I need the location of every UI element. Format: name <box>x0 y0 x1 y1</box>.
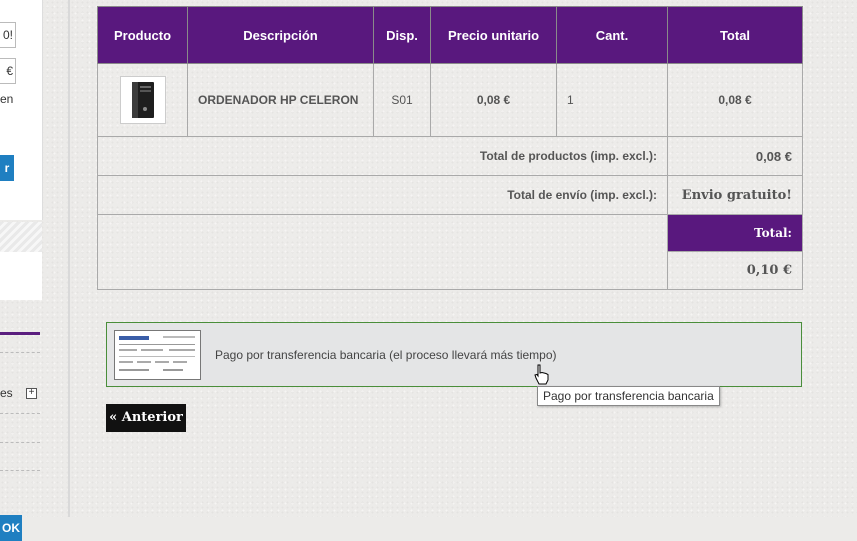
products-total-label: Total de productos (imp. excl.): <box>97 136 668 176</box>
cart-summary-table: Producto Descripción Disp. Precio unitar… <box>97 6 803 290</box>
bank-transfer-icon <box>114 330 201 380</box>
products-total-row: Total de productos (imp. excl.): 0,08 € <box>97 136 803 176</box>
sidebar-stripes <box>0 222 42 252</box>
sidebar-input-2[interactable]: € <box>0 58 16 84</box>
payment-option-bank-transfer[interactable]: Pago por transferencia bancaria (el proc… <box>106 322 802 387</box>
col-header-total: Total <box>667 6 803 64</box>
expand-plus-icon[interactable]: + <box>26 388 37 399</box>
product-image-cell <box>97 63 188 137</box>
col-header-availability: Disp. <box>373 6 431 64</box>
col-header-product: Producto <box>97 6 188 64</box>
empty-cell <box>97 214 668 290</box>
product-thumbnail[interactable] <box>119 76 166 124</box>
products-total-value: 0,08 € <box>667 136 803 176</box>
col-header-quantity: Cant. <box>556 6 668 64</box>
payment-option-label[interactable]: Pago por transferencia bancaria (el proc… <box>215 348 557 362</box>
divider <box>0 352 40 353</box>
shipping-total-value: Envio gratuito! <box>667 175 803 215</box>
tooltip: Pago por transferencia bancaria <box>537 386 720 406</box>
product-availability: S01 <box>373 63 431 137</box>
bank-cheque-icon <box>119 336 195 371</box>
divider <box>0 470 40 471</box>
column-divider <box>68 0 70 517</box>
product-description[interactable]: ORDENADOR HP CELERON <box>187 63 374 137</box>
product-quantity: 1 <box>556 63 668 137</box>
newsletter-block: OK <box>0 252 42 541</box>
sidebar-button[interactable]: r <box>0 155 14 181</box>
sidebar-text: en <box>0 92 14 106</box>
grand-total-label: Total: <box>667 214 803 252</box>
divider <box>0 442 40 443</box>
product-total: 0,08 € <box>667 63 803 137</box>
previous-button[interactable]: « Anterior <box>106 404 186 432</box>
left-sidebar: 0! € en r OK es + <box>0 0 44 541</box>
col-header-description: Descripción <box>187 6 374 64</box>
sidebar-input-1[interactable]: 0! <box>0 22 16 48</box>
ok-button[interactable]: OK <box>0 515 22 541</box>
sidebar-divider <box>0 332 40 335</box>
shipping-total-label: Total de envío (imp. excl.): <box>97 175 668 215</box>
product-unit-price: 0,08 € <box>430 63 557 137</box>
desktop-computer-icon <box>131 82 154 118</box>
shipping-total-row: Total de envío (imp. excl.): Envio gratu… <box>97 175 803 215</box>
sidebar-block: 0! € en r <box>0 0 43 220</box>
table-header-row: Producto Descripción Disp. Precio unitar… <box>97 6 803 64</box>
grand-total-head-row: Total: <box>97 214 803 290</box>
sidebar-category[interactable]: es <box>0 386 13 400</box>
table-row: ORDENADOR HP CELERON S01 0,08 € 1 0,08 € <box>97 63 803 137</box>
divider <box>0 413 40 414</box>
col-header-unit-price: Precio unitario <box>430 6 557 64</box>
grand-total-value: 0,10 € <box>667 251 803 290</box>
